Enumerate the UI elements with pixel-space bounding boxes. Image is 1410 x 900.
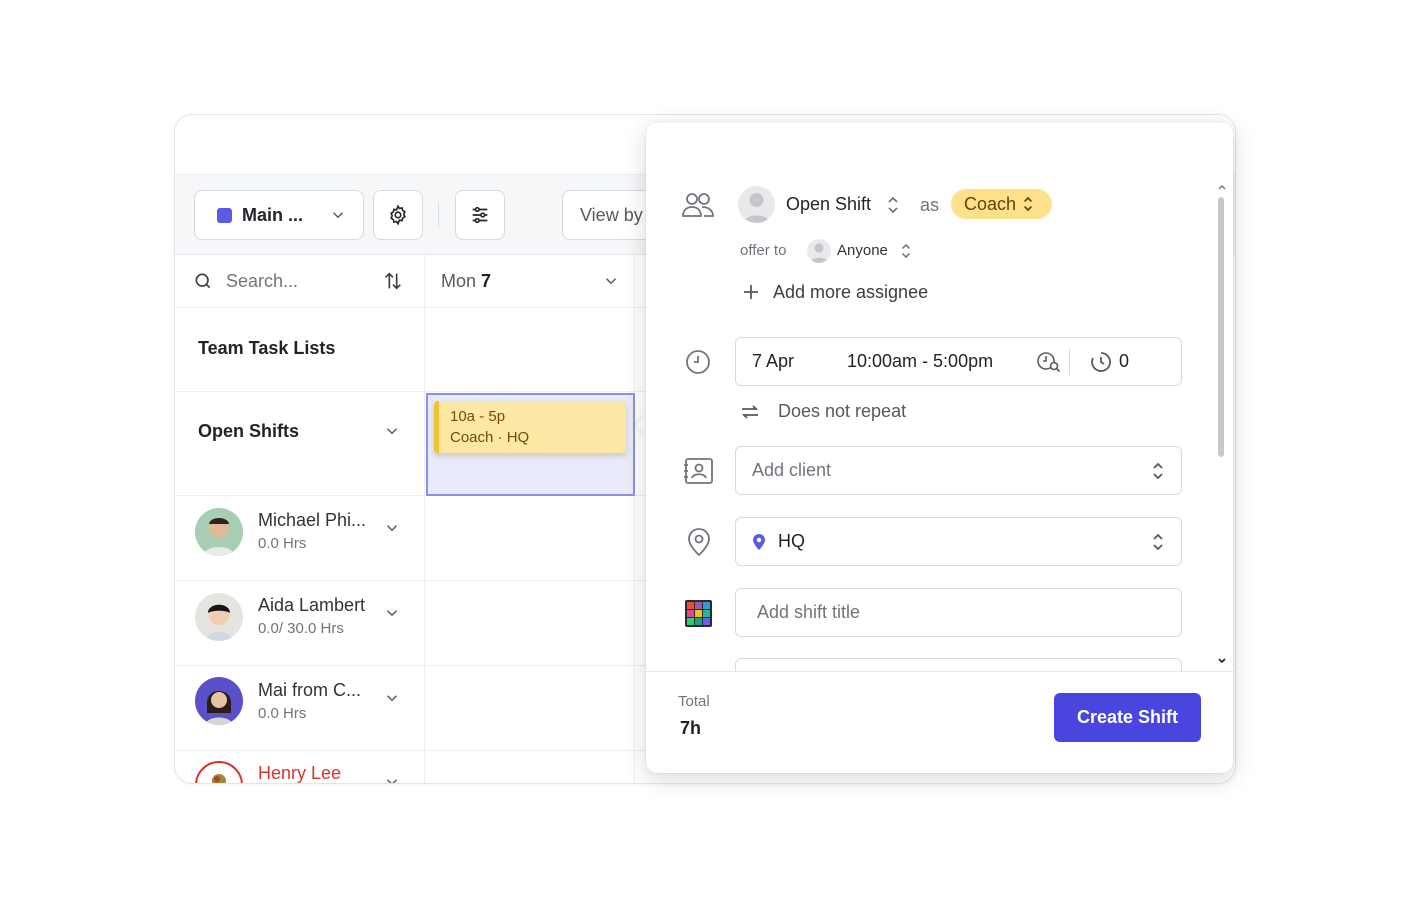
repeat-icon	[741, 405, 759, 419]
offer-to-selector[interactable]: Anyone	[837, 242, 888, 259]
break-minutes[interactable]: 0	[1119, 351, 1129, 372]
map-pin-icon	[688, 528, 710, 557]
role-selector[interactable]: Coach	[951, 189, 1052, 219]
person-hours: 0.0/ 30.0 Hrs	[258, 620, 344, 637]
person-hours: 0.0 Hrs	[258, 705, 307, 722]
chevron-down-icon	[605, 278, 617, 285]
date-input[interactable]: 7 Apr	[752, 351, 794, 372]
day-cell[interactable]	[425, 496, 635, 580]
view-by-label: View by	[580, 204, 643, 225]
as-label: as	[920, 195, 940, 215]
person-name: Aida Lambert	[258, 595, 366, 615]
day-cell[interactable]	[425, 308, 635, 391]
scroll-down-icon[interactable]	[1218, 658, 1226, 664]
open-shifts-label: Open Shifts	[198, 421, 300, 441]
timer-icon[interactable]	[1090, 351, 1112, 373]
person-name: Michael Phi...	[258, 510, 367, 530]
chevron-down-icon[interactable]	[383, 422, 401, 440]
gear-icon	[390, 204, 406, 226]
up-down-icon[interactable]	[886, 196, 900, 214]
time-range-input[interactable]: 10:00am - 5:00pm	[847, 351, 993, 372]
field-divider	[1069, 349, 1070, 375]
shift-detail: Coach · HQ	[450, 429, 530, 446]
avatar	[195, 593, 243, 641]
day-cell[interactable]	[425, 666, 635, 750]
color-grid-icon[interactable]	[685, 600, 712, 627]
day-cell[interactable]	[425, 751, 635, 783]
create-shift-dialog: Open Shift as Coach offer to Anyone Add …	[646, 122, 1233, 773]
location-value: HQ	[778, 531, 805, 551]
clock-search-icon[interactable]	[1037, 351, 1061, 373]
role-label: Coach	[964, 193, 1017, 214]
filter-button[interactable]	[455, 190, 505, 240]
person-name: Henry Lee	[258, 763, 342, 783]
clock-icon	[686, 350, 710, 374]
assignee-selector[interactable]: Open Shift	[786, 194, 871, 215]
up-down-icon	[1153, 533, 1163, 551]
team-task-lists-label: Team Task Lists	[198, 338, 336, 358]
shift-card[interactable]: 10a - 5p Coach · HQ	[434, 401, 626, 453]
day-cell[interactable]	[425, 581, 635, 665]
shift-title-placeholder: Add shift title	[757, 602, 861, 622]
total-value: 7h	[680, 718, 702, 738]
up-down-icon	[1023, 196, 1033, 212]
shift-time: 10a - 5p	[450, 408, 506, 425]
scroll-up-icon[interactable]	[1218, 184, 1226, 190]
location-label: Main ...	[242, 204, 304, 225]
client-select[interactable]: Add client	[735, 446, 1182, 495]
location-selector[interactable]: Main ...	[194, 190, 364, 240]
avatar	[195, 508, 243, 556]
dialog-footer: Total 7h Create Shift	[646, 671, 1233, 773]
scrollbar-thumb[interactable]	[1218, 197, 1224, 457]
chevron-down-icon[interactable]	[383, 519, 401, 537]
location-pin-icon	[753, 534, 765, 550]
sort-icon[interactable]	[382, 270, 404, 292]
chevron-down-icon[interactable]	[383, 689, 401, 707]
total-label: Total	[678, 693, 710, 710]
search-cell: Search...	[175, 255, 425, 307]
open-shift-avatar	[738, 186, 775, 223]
avatar	[195, 761, 243, 783]
chevron-down-icon[interactable]	[383, 604, 401, 622]
time-field[interactable]: 7 Apr 10:00am - 5:00pm 0	[735, 337, 1182, 386]
plus-icon[interactable]	[743, 284, 759, 300]
search-icon	[195, 273, 211, 289]
repeat-selector[interactable]: Does not repeat	[778, 401, 906, 422]
up-down-icon	[1153, 462, 1163, 480]
client-placeholder: Add client	[752, 460, 832, 480]
contact-card-icon	[684, 458, 713, 484]
day-header-label: Mon 7	[441, 271, 492, 291]
location-color-swatch	[217, 207, 232, 223]
create-shift-button[interactable]: Create Shift	[1054, 693, 1201, 742]
settings-button[interactable]	[373, 190, 423, 240]
chevron-down-icon	[332, 212, 344, 219]
users-icon	[682, 193, 714, 217]
add-assignee-button[interactable]: Add more assignee	[773, 282, 928, 303]
chevron-down-icon[interactable]	[383, 773, 401, 784]
day-header-mon[interactable]: Mon 7	[425, 255, 635, 307]
sliders-icon	[472, 206, 488, 224]
search-input[interactable]: Search...	[226, 271, 298, 292]
offer-to-label: offer to	[740, 242, 787, 259]
toolbar-divider	[438, 203, 439, 227]
avatar	[195, 677, 243, 725]
person-name: Mai from C...	[258, 680, 362, 700]
anyone-avatar	[807, 239, 831, 263]
location-select[interactable]: HQ	[735, 517, 1182, 566]
up-down-icon[interactable]	[900, 243, 912, 259]
shift-title-input[interactable]: Add shift title	[735, 588, 1182, 637]
person-hours: 0.0 Hrs	[258, 535, 307, 552]
